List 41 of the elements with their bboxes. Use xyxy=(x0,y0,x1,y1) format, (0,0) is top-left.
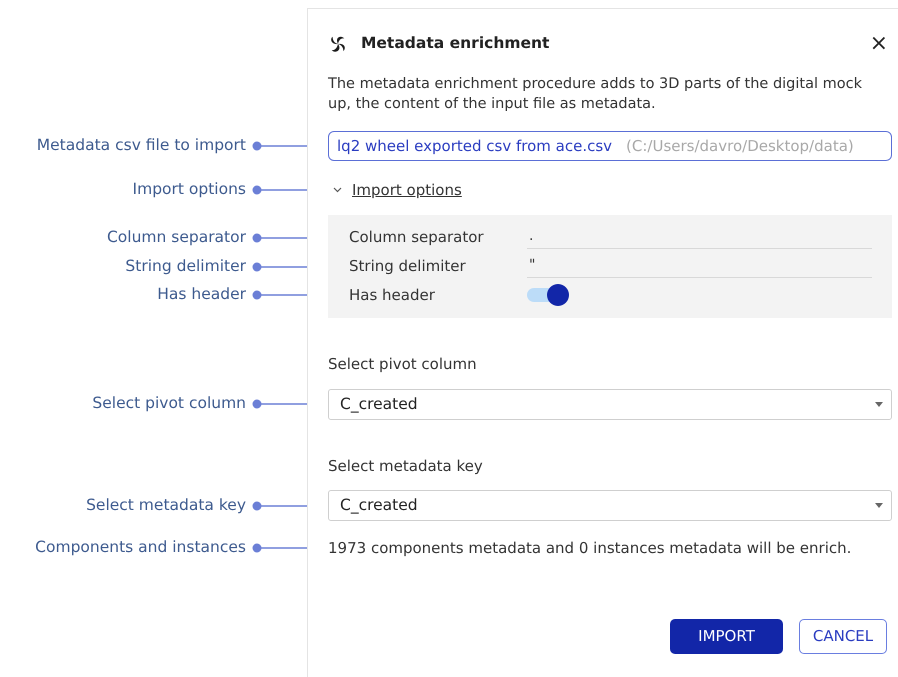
leader-line xyxy=(252,185,307,195)
dropdown-select[interactable]: C_created xyxy=(328,389,892,420)
option-label: Has header xyxy=(349,284,436,306)
field-label: Select metadata key xyxy=(328,456,484,477)
leader-line xyxy=(252,399,307,409)
caret-down-icon xyxy=(875,402,883,407)
caret-down-icon xyxy=(875,503,883,508)
dialog-title: Metadata enrichment xyxy=(361,32,550,54)
option-input-field[interactable]: " xyxy=(527,256,872,278)
callout-label: String delimiter xyxy=(125,256,246,277)
callout-label: Metadata csv file to import xyxy=(36,135,246,156)
cancel-button[interactable]: CANCEL xyxy=(799,618,887,654)
callout-label: Has header xyxy=(157,284,246,306)
file-input-field[interactable]: lq2 wheel exported csv from ace.csv (C:/Users/davro/Desktop/data) xyxy=(328,131,892,161)
callout-label: Select metadata key xyxy=(86,495,246,516)
leader-line xyxy=(252,501,307,511)
leader-line xyxy=(252,232,307,242)
leader-line xyxy=(252,141,307,151)
summary-text: 1973 components metadata and 0 instances metadata will be enrich. xyxy=(328,538,852,559)
dialog-description: The metadata enrichment procedure adds to 3D parts of the digital mock up, the content of the input file as metadata. xyxy=(328,75,863,114)
import-options-link[interactable]: Import options xyxy=(352,178,462,202)
callout-label: Import options xyxy=(132,179,246,200)
callout-label: Select pivot column xyxy=(92,393,246,414)
import-button[interactable]: IMPORT xyxy=(670,618,783,654)
toggle-switch[interactable] xyxy=(527,284,569,306)
leader-line xyxy=(252,543,307,553)
option-input-field[interactable]: . xyxy=(527,226,872,248)
option-label: Column separator xyxy=(349,227,485,248)
file-path: (C:/Users/davro/Desktop/data) xyxy=(626,136,854,157)
dropdown-value: C_created xyxy=(340,394,419,415)
swirl-logo-icon xyxy=(329,34,347,52)
option-label: String delimiter xyxy=(349,256,467,278)
close-button[interactable]: × xyxy=(866,32,892,54)
field-label: Select pivot column xyxy=(328,354,478,375)
dropdown-value: C_created xyxy=(340,494,419,516)
callout-label: Column separator xyxy=(106,226,246,248)
file-name: lq2 wheel exported csv from ace.csv xyxy=(337,136,612,157)
leader-line xyxy=(252,290,307,300)
callout-label: Components and instances xyxy=(35,537,246,558)
leader-line xyxy=(252,262,307,272)
dropdown-select[interactable]: C_created xyxy=(328,490,892,521)
